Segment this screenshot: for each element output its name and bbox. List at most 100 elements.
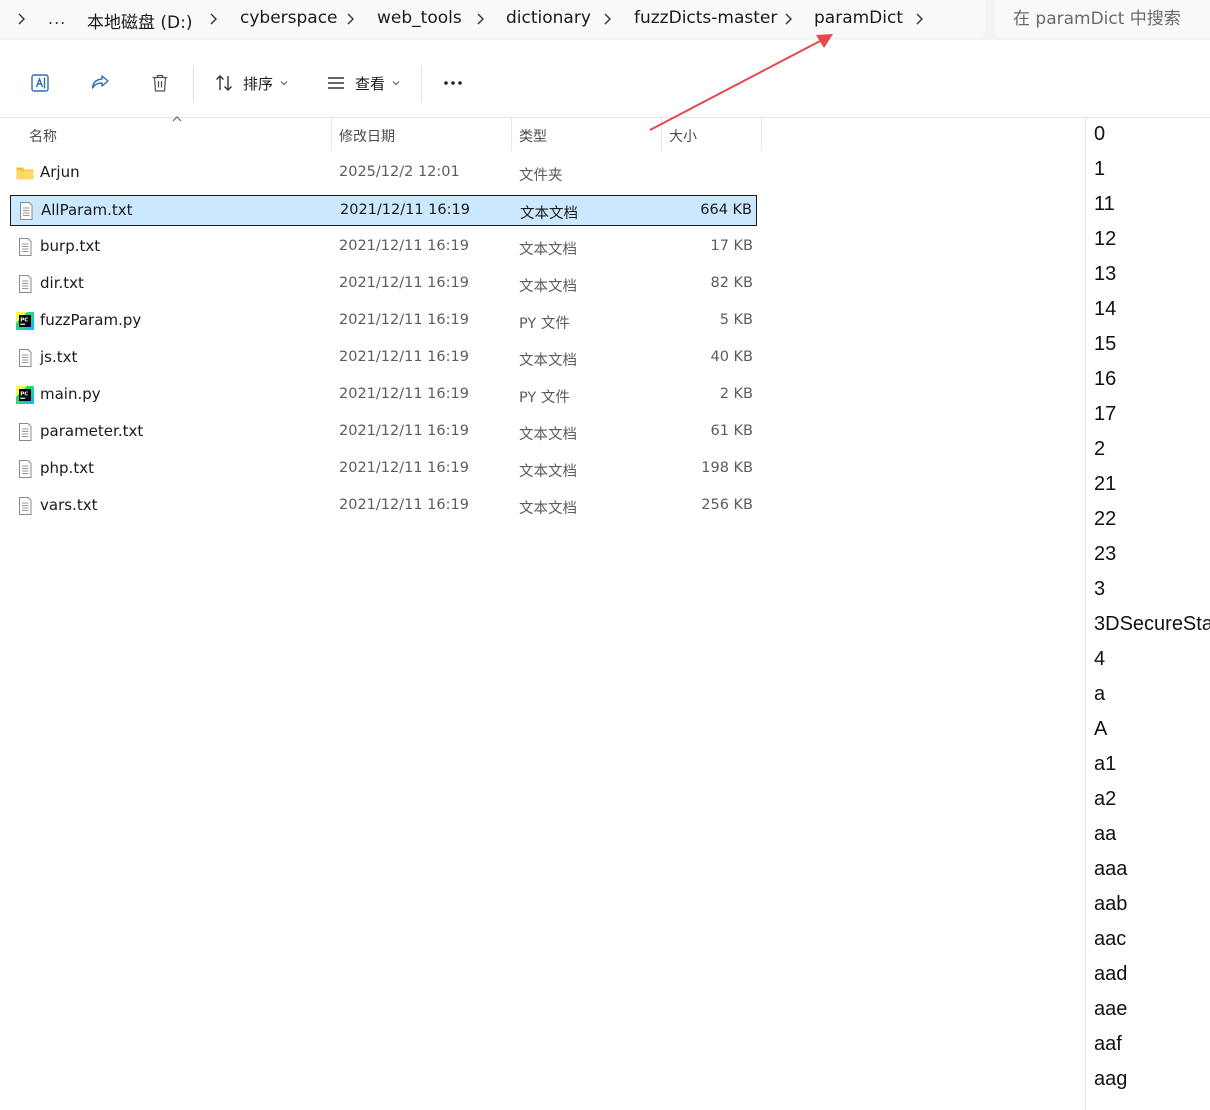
svg-text:PC: PC <box>20 317 28 323</box>
file-row[interactable]: PC fuzzParam.py 2021/12/11 16:19 PY 文件 5 KB <box>10 306 757 337</box>
file-size: 256 KB <box>701 497 753 513</box>
chevron-right-icon[interactable] <box>474 11 486 27</box>
text-file-icon <box>15 348 35 368</box>
text-file-icon <box>15 237 35 257</box>
file-row[interactable]: vars.txt 2021/12/11 16:19 文本文档 256 KB <box>10 491 757 522</box>
file-type: 文本文档 <box>519 501 577 517</box>
breadcrumb-overflow-button[interactable]: ... <box>48 9 66 28</box>
file-row[interactable]: AllParam.txt 2021/12/11 16:19 文本文档 664 KB <box>10 195 757 226</box>
preview-line: aaf <box>1094 1033 1122 1055</box>
file-modified-date: 2021/12/11 16:19 <box>339 423 469 439</box>
chevron-down-icon <box>392 81 400 86</box>
column-header-size-label: 大小 <box>669 129 697 145</box>
file-modified-date: 2021/12/11 16:19 <box>339 386 469 402</box>
file-size: 40 KB <box>710 349 753 365</box>
file-row[interactable]: parameter.txt 2021/12/11 16:19 文本文档 61 KB <box>10 417 757 448</box>
chevron-right-icon[interactable] <box>207 11 219 27</box>
file-modified-date: 2021/12/11 16:19 <box>340 202 470 218</box>
preview-line: 4 <box>1094 648 1106 670</box>
column-header-size[interactable]: 大小 <box>662 118 760 150</box>
preview-line: 23 <box>1094 543 1117 565</box>
pycharm-file-icon: PC <box>15 385 35 405</box>
share-button[interactable] <box>85 68 115 98</box>
sort-label: 排序 <box>242 74 273 93</box>
preview-pane[interactable]: 0 1 11 12 13 14 15 16 17 2 21 22 23 3 3DSecureSta 4 a Aa1… <box>1085 118 1210 1110</box>
breadcrumb-item-cyberspace[interactable]: cyberspace <box>240 8 338 28</box>
breadcrumb-item-fuzzdicts-master[interactable]: fuzzDicts-master <box>634 8 777 28</box>
breadcrumb[interactable]: ... 本地磁盘 (D:) cyberspace web_tools dicti… <box>0 0 985 38</box>
file-name: parameter.txt <box>40 422 144 440</box>
delete-button[interactable] <box>145 68 175 98</box>
file-modified-date: 2025/12/2 12:01 <box>339 164 460 180</box>
preview-line: 22 <box>1094 508 1117 530</box>
preview-line: a <box>1094 683 1106 705</box>
preview-line: 17 <box>1094 403 1117 425</box>
file-name: fuzzParam.py <box>40 311 142 329</box>
file-type: PY 文件 <box>519 316 570 332</box>
preview-line: aag <box>1094 1068 1128 1090</box>
text-file-icon <box>15 496 35 516</box>
preview-line: 2 <box>1094 438 1106 460</box>
folder-icon <box>15 163 35 183</box>
search-input[interactable] <box>995 0 1210 38</box>
rename-button[interactable] <box>25 68 55 98</box>
preview-line: 11 <box>1094 193 1115 215</box>
view-button[interactable]: 查看 <box>322 68 404 98</box>
breadcrumb-item-dictionary[interactable]: dictionary <box>506 8 591 28</box>
sort-icon <box>215 75 232 91</box>
file-type: 文本文档 <box>519 279 577 295</box>
preview-line: 21 <box>1094 473 1117 495</box>
chevron-right-icon[interactable] <box>601 11 613 27</box>
file-row[interactable]: burp.txt 2021/12/11 16:19 文本文档 17 KB <box>10 232 757 263</box>
chevron-right-icon[interactable] <box>344 11 356 27</box>
file-row[interactable]: dir.txt 2021/12/11 16:19 文本文档 82 KB <box>10 269 757 300</box>
file-modified-date: 2021/12/11 16:19 <box>339 349 469 365</box>
share-icon <box>91 75 109 89</box>
file-row[interactable]: PC main.py 2021/12/11 16:19 PY 文件 2 KB <box>10 380 757 411</box>
column-header-modified[interactable]: 修改日期 <box>332 118 510 150</box>
column-header-modified-label: 修改日期 <box>339 129 395 145</box>
chevron-right-icon[interactable] <box>782 11 794 27</box>
pycharm-file-icon: PC <box>15 311 35 331</box>
column-header-type-label: 类型 <box>519 129 547 145</box>
file-size: 82 KB <box>710 275 753 291</box>
address-bar: ... 本地磁盘 (D:) cyberspace web_tools dicti… <box>0 0 1210 40</box>
file-size: 198 KB <box>701 460 753 476</box>
file-size: 17 KB <box>710 238 753 254</box>
column-header-type[interactable]: 类型 <box>512 118 660 150</box>
column-divider[interactable] <box>761 118 762 151</box>
command-bar: 排序 查看 <box>0 48 1210 118</box>
file-row[interactable]: Arjun 2025/12/2 12:01 文件夹 <box>10 158 757 189</box>
view-label: 查看 <box>354 74 385 93</box>
rename-icon <box>31 74 49 92</box>
preview-line: 3DSecureSta <box>1094 613 1210 635</box>
file-name: js.txt <box>40 348 78 366</box>
file-name: vars.txt <box>40 496 98 514</box>
preview-line: A <box>1094 718 1108 740</box>
preview-line: 3 <box>1094 578 1106 600</box>
preview-line: 13 <box>1094 263 1117 285</box>
preview-line: 14 <box>1094 298 1117 320</box>
chevron-right-icon[interactable] <box>15 11 27 27</box>
column-header-name[interactable]: 名称 <box>0 118 330 150</box>
preview-line: aad <box>1094 963 1128 985</box>
file-type: 文本文档 <box>519 427 577 443</box>
sort-ascending-icon <box>172 116 182 122</box>
breadcrumb-item-drive[interactable]: 本地磁盘 (D:) <box>87 8 193 33</box>
preview-line: aae <box>1094 998 1128 1020</box>
chevron-right-icon[interactable] <box>913 11 925 27</box>
sort-button[interactable]: 排序 <box>210 68 292 98</box>
more-options-button[interactable] <box>437 68 469 98</box>
file-name: burp.txt <box>40 237 101 255</box>
file-row[interactable]: js.txt 2021/12/11 16:19 文本文档 40 KB <box>10 343 757 374</box>
preview-line: a2 <box>1094 788 1117 810</box>
file-name: main.py <box>40 385 101 403</box>
text-file-icon <box>15 459 35 479</box>
file-modified-date: 2021/12/11 16:19 <box>339 312 469 328</box>
file-row[interactable]: php.txt 2021/12/11 16:19 文本文档 198 KB <box>10 454 757 485</box>
breadcrumb-item-paramdict[interactable]: paramDict <box>814 8 903 28</box>
more-horizontal-icon <box>444 81 462 85</box>
search-box[interactable] <box>995 0 1210 38</box>
file-type: 文本文档 <box>519 353 577 369</box>
breadcrumb-item-web-tools[interactable]: web_tools <box>377 8 462 28</box>
